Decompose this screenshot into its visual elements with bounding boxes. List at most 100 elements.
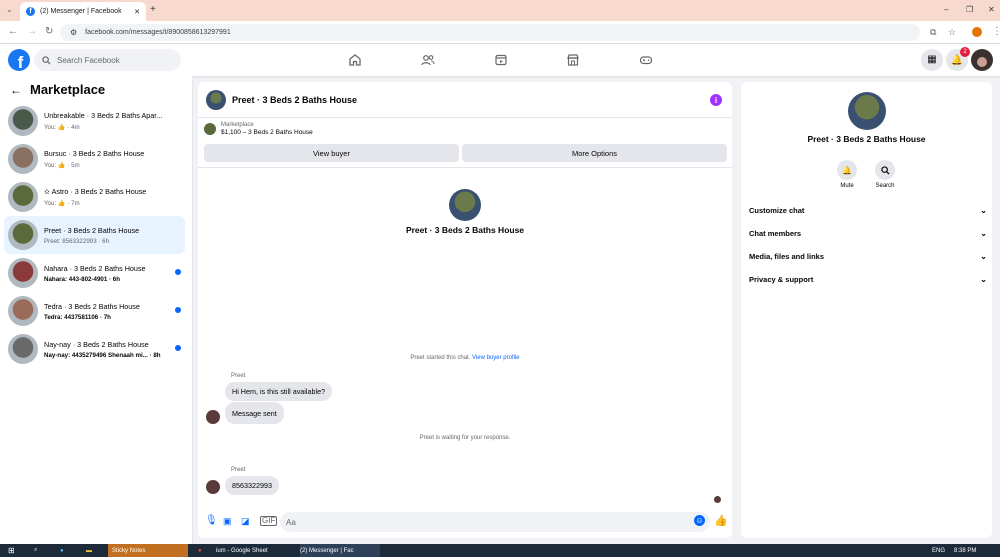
info-icon[interactable]: i	[710, 94, 722, 106]
bookmark-star-icon[interactable]: ☆	[948, 26, 956, 38]
facebook-logo-icon[interactable]: f	[8, 49, 30, 71]
back-arrow-icon[interactable]: ←	[8, 26, 18, 38]
video-nav-icon[interactable]	[481, 50, 521, 70]
search-icon[interactable]: ⌕	[34, 544, 37, 557]
conversation-title: Bursuc · 3 Beds 2 Baths House	[44, 149, 145, 158]
new-tab-button[interactable]: +	[150, 4, 156, 15]
search-button[interactable]: Search	[875, 160, 895, 189]
browser-tab-bar: ⌄ f (2) Messenger | Facebook ✕ + – ❐ ✕	[0, 0, 1000, 21]
conversation-item[interactable]: Nahara · 3 Beds 2 Baths House Nahara: 44…	[4, 254, 185, 292]
conversation-avatar	[8, 144, 38, 174]
chat-title[interactable]: Preet · 3 Beds 2 Baths House	[232, 95, 357, 105]
contact-name: Preet · 3 Beds 2 Baths House	[807, 134, 926, 144]
image-icon[interactable]: ▣	[223, 516, 232, 527]
menu-grid-button[interactable]: ▦	[921, 49, 943, 71]
info-row[interactable]: Customize chat ⌄	[749, 200, 987, 220]
sticky-label: Sticky Notes	[112, 547, 146, 554]
info-row[interactable]: Privacy & support ⌄	[749, 269, 987, 289]
reload-icon[interactable]: ↻	[45, 26, 53, 38]
maximize-button[interactable]: ❐	[966, 5, 973, 14]
url-text: facebook.com/messages/t/8900858613297991	[85, 29, 231, 36]
edge-icon[interactable]: ●	[60, 544, 64, 557]
taskbar-chrome-sheets[interactable]: ium - Google Sheet	[216, 544, 296, 557]
marketplace-chat-list: ← Marketplace Unbreakable · 3 Beds 2 Bat…	[0, 76, 193, 544]
sticker-icon[interactable]: ◪	[241, 516, 250, 527]
grid-icon: ▦	[927, 54, 937, 65]
install-app-icon[interactable]: ⧉	[930, 26, 936, 38]
conversation-preview: Nay-nay: 4435279496 Shenaah mi... · 8h	[44, 351, 161, 359]
seen-avatar	[714, 496, 721, 503]
conversation-item[interactable]: Preet · 3 Beds 2 Baths House Preet: 8563…	[4, 216, 185, 254]
marketplace-title: Marketplace	[30, 82, 106, 97]
search-facebook-input[interactable]: Search Facebook	[34, 49, 181, 71]
listing-buttons: View buyer More Options	[204, 144, 727, 162]
marketplace-listing[interactable]: Marketplace $1,100 – 3 Beds 2 Baths Hous…	[204, 122, 313, 136]
conversation-avatar	[8, 258, 38, 288]
listing-thumbnail	[204, 123, 216, 135]
back-arrow-icon[interactable]: ←	[10, 83, 22, 97]
tab-title: (2) Messenger | Facebook	[40, 8, 122, 15]
like-thumb-icon[interactable]: 👍	[714, 514, 728, 527]
site-info-icon[interactable]: ⚙	[70, 28, 77, 37]
chevron-down-icon: ⌄	[980, 205, 987, 215]
conversation-title: Unbreakable · 3 Beds 2 Baths Apar...	[44, 111, 163, 120]
url-field[interactable]: ⚙ facebook.com/messages/t/89008586132979…	[60, 24, 920, 41]
gaming-nav-icon[interactable]	[626, 50, 666, 70]
browser-menu-icon[interactable]: ⋮	[992, 26, 1000, 38]
sender-name: Preet	[231, 373, 246, 379]
emoji-icon[interactable]: ☺	[694, 515, 705, 526]
file-explorer-icon[interactable]: ▬	[86, 544, 92, 557]
unread-dot-icon	[175, 307, 181, 313]
started-text: Preet started this chat.	[410, 355, 471, 361]
unread-dot-icon	[175, 269, 181, 275]
message-bubble[interactable]: Message sent	[225, 402, 284, 424]
microphone-icon[interactable]: 🎙	[205, 515, 218, 526]
message-bubble[interactable]: 8563322993	[225, 476, 279, 495]
friends-nav-icon[interactable]	[408, 50, 448, 70]
profile-icon[interactable]	[972, 27, 982, 37]
marketplace-nav-icon[interactable]	[553, 50, 593, 70]
conversation-item[interactable]: Nay-nay · 3 Beds 2 Baths House Nay-nay: …	[4, 330, 185, 368]
clock[interactable]: 8:38 PM	[954, 544, 976, 557]
conversation-item[interactable]: ✫ Astro · 3 Beds 2 Baths House You: 👍 · …	[4, 178, 185, 216]
home-nav-icon[interactable]	[335, 50, 375, 70]
conversation-item[interactable]: Unbreakable · 3 Beds 2 Baths Apar... You…	[4, 102, 185, 140]
forward-arrow-icon[interactable]: →	[27, 26, 37, 38]
message-input[interactable]: Aa	[280, 512, 710, 532]
chrome-label: (2) Messenger | Fac	[300, 547, 354, 554]
chat-started-notice: Preet started this chat. View buyer prof…	[198, 355, 732, 361]
waiting-notice: Preet is waiting for your response.	[419, 435, 511, 441]
gif-icon[interactable]: GIF	[260, 516, 278, 526]
browser-tab-messenger[interactable]: f (2) Messenger | Facebook ✕	[20, 2, 146, 21]
info-row[interactable]: Chat members ⌄	[749, 223, 987, 243]
conversation-avatar	[8, 296, 38, 326]
conversation-preview: You: 👍 · 4m	[44, 124, 80, 131]
chat-panel: Preet · 3 Beds 2 Baths House i Marketpla…	[198, 82, 732, 538]
message-bubble[interactable]: Hi Hem, is this still available?	[225, 382, 333, 401]
chat-avatar[interactable]	[206, 89, 226, 110]
mute-button[interactable]: 🔔 Mute	[837, 160, 857, 189]
tab-close-icon[interactable]: ✕	[134, 8, 140, 16]
account-avatar[interactable]	[971, 49, 993, 71]
minimize-button[interactable]: –	[944, 5, 948, 14]
search-placeholder: Search Facebook	[57, 55, 120, 65]
view-buyer-button[interactable]: View buyer	[204, 144, 459, 162]
facebook-favicon-icon: f	[26, 7, 35, 16]
start-icon[interactable]: ⊞	[8, 544, 15, 557]
conversation-item[interactable]: Bursuc · 3 Beds 2 Baths House You: 👍 · 5…	[4, 140, 185, 178]
search-label: Search	[875, 183, 895, 189]
language-indicator[interactable]: ENG	[932, 544, 945, 557]
taskbar-chrome-messenger[interactable]: (2) Messenger | Fac	[300, 544, 380, 557]
tab-list-icon[interactable]: ⌄	[6, 5, 13, 14]
info-row[interactable]: Media, files and links ⌄	[749, 246, 987, 266]
close-window-button[interactable]: ✕	[988, 5, 995, 14]
conversation-item[interactable]: Tedra · 3 Beds 2 Baths House Tedra: 4437…	[4, 292, 185, 330]
taskbar-sticky-notes[interactable]: Sticky Notes	[108, 544, 188, 557]
search-icon	[42, 55, 51, 65]
chrome-label: ium - Google Sheet	[216, 547, 268, 554]
app-icon[interactable]: ●	[198, 544, 202, 557]
sender-avatar	[206, 410, 220, 424]
marketplace-label: Marketplace	[221, 122, 254, 128]
view-buyer-profile-link[interactable]: View buyer profile	[472, 355, 520, 361]
more-options-button[interactable]: More Options	[462, 144, 727, 162]
